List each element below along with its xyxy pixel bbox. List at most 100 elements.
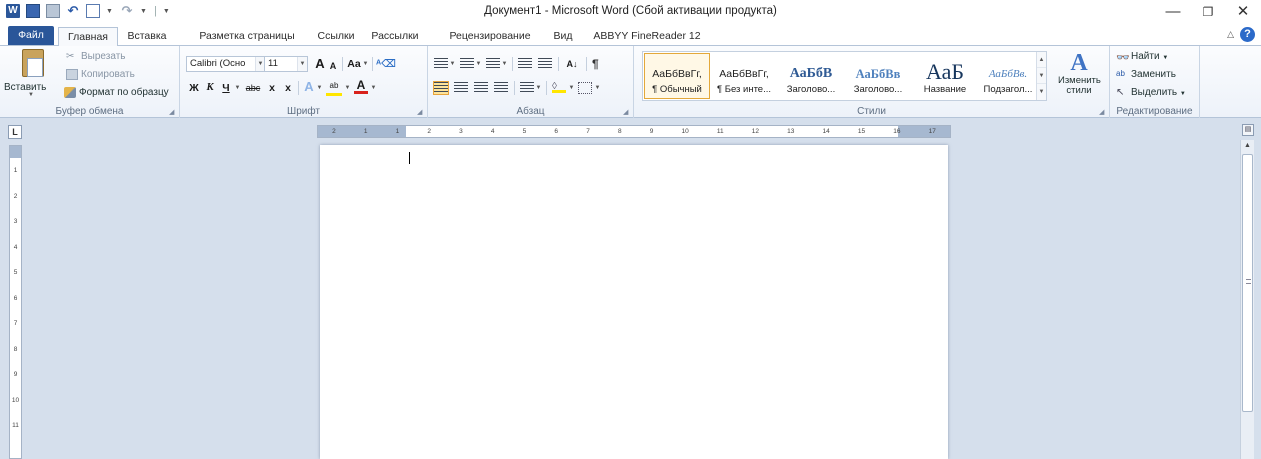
tab-references[interactable]: Ссылки [312,27,360,46]
dropdown-arrow-icon[interactable]: ▼ [535,80,542,96]
styles-launcher-icon[interactable]: ◢ [1099,109,1107,117]
tab-page-layout[interactable]: Разметка страницы [194,27,300,46]
gallery-down-icon[interactable]: ▼ [1037,68,1046,84]
vertical-ruler[interactable]: 1 2 3 4 5 6 7 8 9 10 11 [9,145,22,459]
paragraph-launcher-icon[interactable]: ◢ [623,109,631,117]
sort-button[interactable]: А↓ [562,56,582,72]
font-size-combo[interactable]: 11 ▼ [264,56,308,72]
style-sample: АаБбВ [789,66,833,81]
increase-indent-icon[interactable] [538,58,552,70]
show-marks-button[interactable]: ¶ [592,57,599,71]
grow-font-button[interactable]: A [314,56,326,72]
gallery-scroll[interactable]: ▲ ▼ ▼ [1036,52,1046,100]
format-painter-button[interactable]: Формат по образцу [64,87,169,98]
style-normal[interactable]: АаБбВвГг, ¶ Обычный [644,53,710,99]
superscript-button[interactable]: x [282,80,294,96]
ruler-tick-label: 15 [857,128,866,135]
bullets-icon[interactable] [434,58,448,70]
copy-button[interactable]: Копировать [66,69,135,80]
paste-icon[interactable] [22,49,44,77]
style-no-spacing[interactable]: АаБбВвГг, ¶ Без инте... [711,53,777,99]
style-subtitle[interactable]: АаБбВв. Подзагол... [975,53,1041,99]
dropdown-arrow-icon[interactable]: ▼ [449,56,456,72]
vertical-scrollbar[interactable]: ▲ [1240,140,1254,459]
font-name-value: Calibri (Осно [190,58,246,69]
tab-mailings[interactable]: Рассылки [364,27,426,46]
gallery-up-icon[interactable]: ▲ [1037,52,1046,68]
scroll-up-icon[interactable]: ▲ [1241,140,1254,152]
tab-review[interactable]: Рецензирование [444,27,536,46]
help-icon[interactable]: ? [1240,27,1255,42]
underline-button[interactable]: Ч [220,80,232,96]
multilevel-list-icon[interactable] [486,58,500,70]
italic-button[interactable]: К [204,80,216,96]
style-heading-2[interactable]: АаБбВв Заголово... [845,53,911,99]
ruler-tick-label: 12 [751,128,759,135]
borders-icon[interactable] [578,82,592,94]
align-left-icon[interactable] [433,81,449,95]
numbering-icon[interactable] [460,58,474,70]
cursor-icon: ↖ [1116,87,1125,98]
highlight-icon[interactable]: ab [326,80,342,96]
font-color-icon[interactable]: A [354,78,368,94]
change-case-button[interactable]: Aa [346,56,362,72]
minimize-button[interactable]: — [1158,2,1188,22]
tab-home[interactable]: Главная [58,27,118,47]
dropdown-arrow-icon[interactable]: ▼ [475,56,482,72]
tab-view[interactable]: Вид [548,27,578,46]
change-styles-button[interactable]: A Изменить стили [1058,50,1101,110]
shrink-font-button[interactable]: A [328,58,338,74]
document-page[interactable] [320,145,948,459]
scroll-thumb[interactable] [1242,154,1253,412]
find-label: Найти [1131,51,1160,63]
font-name-combo[interactable]: Calibri (Осно ▼ [186,56,266,72]
find-button[interactable]: 👓Найти ▼ [1116,51,1168,64]
select-button[interactable]: ↖ Выделить ▼ [1116,87,1186,98]
dropdown-arrow-icon[interactable]: ▼ [501,56,508,72]
paste-button[interactable]: Вставить [4,82,46,93]
horizontal-ruler[interactable]: 2 1 1 2 3 4 5 6 7 8 9 10 11 12 13 14 15 16 17 [317,125,951,138]
dropdown-arrow-icon[interactable]: ▼ [344,80,351,96]
dropdown-arrow-icon[interactable]: ▼ [362,56,369,72]
replace-button[interactable]: ab Заменить [1116,69,1176,80]
dropdown-arrow-icon: ▼ [1179,91,1186,98]
close-button[interactable]: ✕ [1228,2,1258,22]
bold-button[interactable]: Ж [188,80,200,96]
cut-button[interactable]: ✂ Вырезать [66,51,125,62]
editing-group-label: Редактирование [1116,106,1193,117]
clear-formatting-icon[interactable]: ᴬ⌫ [376,56,396,72]
strikethrough-button[interactable]: abc [244,80,262,96]
dropdown-arrow-icon[interactable]: ▼ [594,80,601,96]
restore-button[interactable]: ❐ [1193,2,1223,22]
clipboard-launcher-icon[interactable]: ◢ [169,109,177,117]
dropdown-arrow-icon[interactable]: ▼ [234,80,241,96]
justify-icon[interactable] [494,82,508,94]
tab-abbyy[interactable]: ABBYY FineReader 12 [592,27,702,46]
change-styles-label: Изменить стили [1058,75,1101,96]
ruler-tick-label: 2 [332,128,336,135]
font-launcher-icon[interactable]: ◢ [417,109,425,117]
minimize-ribbon-icon[interactable]: △ [1227,29,1234,40]
dropdown-arrow-icon[interactable]: ▼ [370,80,377,96]
dropdown-arrow-icon[interactable]: ▼ [297,57,307,71]
view-ruler-icon[interactable]: ▤ [1242,124,1254,136]
tab-insert[interactable]: Вставка [122,27,172,46]
decrease-indent-icon[interactable] [518,58,532,70]
style-heading-1[interactable]: АаБбВ Заголово... [778,53,844,99]
subscript-button[interactable]: x [266,80,278,96]
line-spacing-icon[interactable] [520,82,534,94]
align-center-icon[interactable] [454,82,468,94]
tab-file[interactable]: Файл [8,26,54,45]
align-right-icon[interactable] [474,82,488,94]
text-effects-icon[interactable]: A [302,79,316,95]
ribbon: Вставить ▼ ✂ Вырезать Копировать Формат п… [0,46,1261,118]
shading-icon[interactable]: ◊ [552,81,566,93]
paste-dropdown-icon[interactable]: ▼ [28,92,34,98]
gallery-more-icon[interactable]: ▼ [1037,84,1046,100]
style-title[interactable]: АаБ Название [912,53,978,99]
tab-selector[interactable]: L [8,125,22,139]
ruler-tick-label: 6 [554,128,559,135]
clipboard-group-label: Буфер обмена [55,106,124,117]
dropdown-arrow-icon[interactable]: ▼ [568,80,575,96]
dropdown-arrow-icon[interactable]: ▼ [316,80,323,96]
